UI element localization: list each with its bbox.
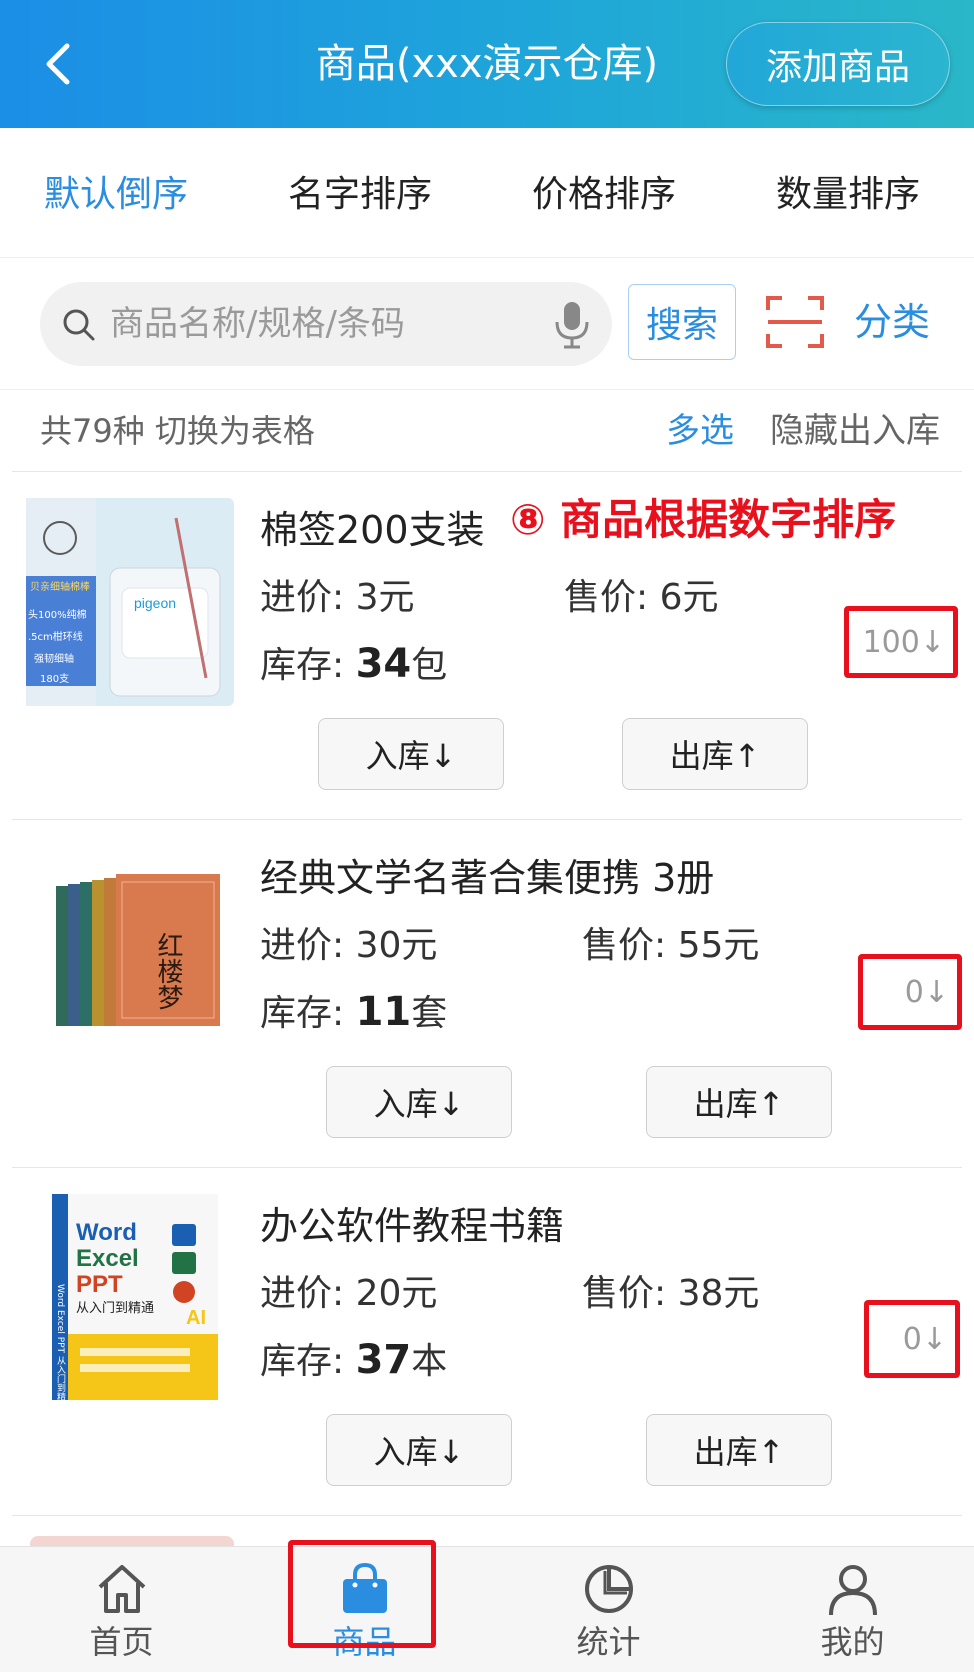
svg-text:.5cm柑环线: .5cm柑环线 <box>28 630 83 643</box>
svg-text:Word Excel PPT 从入门到精通: Word Excel PPT 从入门到精通 <box>55 1284 66 1404</box>
next-product-thumbnail <box>30 1536 234 1546</box>
search-input[interactable] <box>110 292 530 356</box>
search-row: 搜索 分类 <box>0 258 974 390</box>
stock: 库存: 34包 <box>260 641 448 687</box>
sale-price: 售价: 38元 <box>582 1273 760 1314</box>
tab-default-desc[interactable]: 默认倒序 <box>44 168 188 222</box>
stock-out-button[interactable]: 出库↑ <box>622 718 808 790</box>
stock: 库存: 37本 <box>260 1337 448 1383</box>
hide-io-link[interactable]: 隐藏出入库 <box>770 408 940 454</box>
microphone-icon[interactable] <box>552 300 592 350</box>
nav-home[interactable]: 首页 <box>0 1547 243 1672</box>
svg-text:Word: Word <box>76 1219 137 1246</box>
sale-price: 售价: 6元 <box>564 577 719 618</box>
sort-tabs: 默认倒序 名字排序 价格排序 数量排序 <box>0 128 974 258</box>
stock-out-button[interactable]: 出库↑ <box>646 1414 832 1486</box>
tab-quantity-sort[interactable]: 数量排序 <box>776 168 920 222</box>
search-icon <box>63 309 95 341</box>
brand-text: pigeon <box>134 595 176 611</box>
nav-mine[interactable]: 我的 <box>731 1547 974 1672</box>
product-name: 办公软件教程书籍 <box>260 1204 565 1248</box>
product-item[interactable]: Word Excel PPT 从入门到精通 Word Excel PPT 从入门… <box>12 1168 962 1516</box>
info-row: 共79种 切换为表格 多选 隐藏出入库 <box>12 390 962 472</box>
quantity-sort-value[interactable]: 0↓ <box>858 954 962 1030</box>
stock-in-button[interactable]: 入库↓ <box>326 1414 512 1486</box>
quantity-sort-value[interactable]: 100↓ <box>844 606 958 678</box>
sale-price: 售价: 55元 <box>582 925 760 966</box>
svg-text:180支: 180支 <box>40 673 69 685</box>
svg-text:强韧细轴: 强韧细轴 <box>34 652 74 665</box>
summary-toggle-table[interactable]: 共79种 切换为表格 <box>40 408 315 454</box>
product-name: 经典文学名著合集便携 3册 <box>260 856 715 900</box>
user-icon <box>829 1565 877 1616</box>
stock-in-button[interactable]: 入库↓ <box>318 718 504 790</box>
cost-price: 进价: 30元 <box>260 925 438 966</box>
stock-in-button[interactable]: 入库↓ <box>326 1066 512 1138</box>
multi-select-link[interactable]: 多选 <box>666 408 734 454</box>
product-thumbnail: Word Excel PPT 从入门到精通 Word Excel PPT 从入门… <box>52 1194 220 1411</box>
nav-stats[interactable]: 统计 <box>487 1547 730 1672</box>
quantity-sort-value[interactable]: 0↓ <box>864 1300 960 1378</box>
stock-out-button[interactable]: 出库↑ <box>646 1066 832 1138</box>
product-item[interactable]: pigeon 贝亲细轴棉棒 头100%纯棉 .5cm柑环线 强韧细轴 180支 … <box>12 472 962 820</box>
tab-name-sort[interactable]: 名字排序 <box>288 168 432 222</box>
office-book-image: Word Excel PPT 从入门到精通 Word Excel PPT 从入门… <box>52 1194 218 1411</box>
pie-chart-icon <box>585 1565 633 1613</box>
product-name: 棉签200支装 <box>260 508 485 552</box>
svg-text:Excel: Excel <box>76 1245 139 1272</box>
app-header: 商品(xxx演示仓库) 添加商品 <box>0 0 974 128</box>
svg-text:从入门到精通: 从入门到精通 <box>76 1301 154 1316</box>
book-title-text: 红楼梦 <box>153 932 183 1010</box>
add-product-button[interactable]: 添加商品 <box>726 22 950 106</box>
book-set-image: 红楼梦 <box>56 874 220 1026</box>
stock: 库存: 11套 <box>260 989 448 1035</box>
scan-icon[interactable] <box>766 294 824 350</box>
product-thumbnail: pigeon 贝亲细轴棉棒 头100%纯棉 .5cm柑环线 强韧细轴 180支 <box>26 498 234 706</box>
svg-text:头100%纯棉: 头100%纯棉 <box>28 608 87 621</box>
category-link[interactable]: 分类 <box>854 292 930 352</box>
svg-text:PPT: PPT <box>76 1271 123 1298</box>
cost-price: 进价: 20元 <box>260 1273 438 1314</box>
product-thumbnail: 红楼梦 <box>50 872 226 1032</box>
nav-products-highlight <box>288 1540 436 1648</box>
tab-price-sort[interactable]: 价格排序 <box>532 168 676 222</box>
product-item[interactable]: 红楼梦 经典文学名著合集便携 3册 进价: 30元 售价: 55元 库存: 11… <box>12 820 962 1168</box>
svg-text:贝亲细轴棉棒: 贝亲细轴棉棒 <box>30 580 90 593</box>
search-box <box>40 282 612 366</box>
search-button[interactable]: 搜索 <box>628 284 736 360</box>
home-icon <box>98 1565 146 1613</box>
cotton-swab-image: pigeon 贝亲细轴棉棒 头100%纯棉 .5cm柑环线 强韧细轴 180支 <box>26 498 234 706</box>
svg-text:AI: AI <box>186 1307 206 1329</box>
cost-price: 进价: 3元 <box>260 577 415 618</box>
bottom-nav: 首页 商品 统计 我的 <box>0 1546 974 1672</box>
